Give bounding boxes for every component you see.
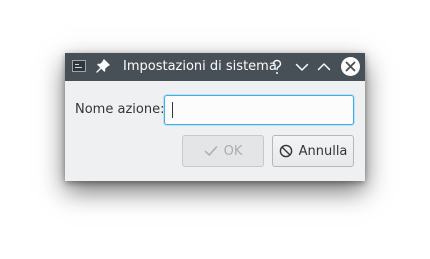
minimize-icon[interactable]: [292, 57, 312, 77]
maximize-icon[interactable]: [314, 57, 334, 77]
window-title: Impostazioni di sistema: [123, 59, 277, 74]
text-caret: [172, 102, 173, 118]
ok-button-label: OK: [223, 143, 243, 159]
ok-button[interactable]: OK: [182, 135, 264, 167]
action-name-dialog: Impostazioni di sistema Nome azione: OK …: [65, 53, 365, 181]
titlebar[interactable]: Impostazioni di sistema: [65, 53, 365, 81]
cancel-button[interactable]: Annulla: [272, 135, 354, 167]
app-icon[interactable]: [72, 60, 86, 72]
cancel-button-label: Annulla: [298, 143, 348, 159]
checkmark-icon: [204, 146, 217, 156]
action-name-label: Nome azione:: [75, 102, 165, 117]
help-icon[interactable]: [267, 57, 287, 77]
action-name-input[interactable]: [164, 95, 354, 125]
cancel-icon: [279, 144, 292, 158]
pin-icon[interactable]: [95, 58, 111, 74]
close-icon[interactable]: [341, 57, 360, 76]
